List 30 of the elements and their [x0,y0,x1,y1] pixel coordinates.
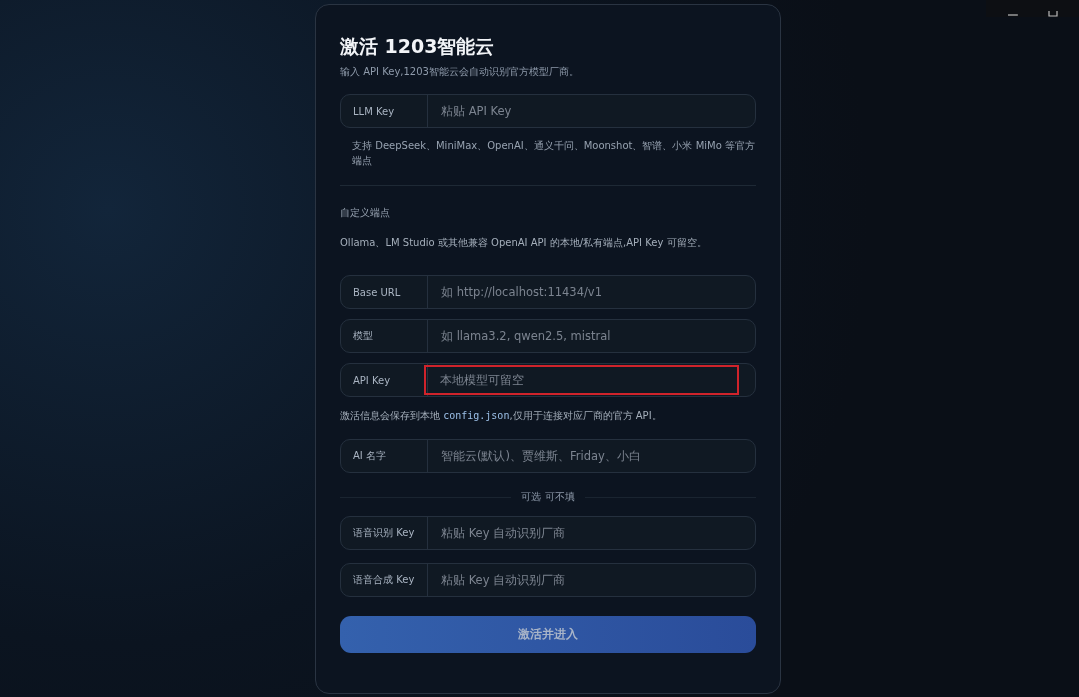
field-label: LLM Key [341,95,428,127]
section-heading: 自定义端点 [340,206,391,220]
input-field[interactable]: 如 http://localhost:11434/v1 [428,276,755,308]
input-field[interactable]: 粘贴 Key 自动识别厂商 [428,564,755,596]
ai-name-field[interactable]: AI 名字 智能云(默认)、贾维斯、Friday、小白 [340,439,756,473]
section-description: Ollama、LM Studio 或其他兼容 OpenAI API 的本地/私有端点,API Key 可留空。 [340,236,708,250]
storage-note: 激活信息会保存到本地 config.json,仅用于连接对应厂商的官方 API。 [340,409,663,423]
optional-label: 可选 可不填 [521,490,575,504]
voice-key-field[interactable]: 语音合成 Key 粘贴 Key 自动识别厂商 [340,563,756,597]
field-label: AI 名字 [341,440,428,472]
subtitle: 输入 API Key,1203智能云会自动识别官方模型厂商。 [340,65,580,79]
endpoint-field[interactable]: 模型 如 llama3.2, qwen2.5, mistral [340,319,756,353]
field-label: API Key [341,364,428,396]
llm-key-field[interactable]: LLM Key 粘贴 API Key [340,94,756,128]
title: 激活 1203智能云 [340,34,496,59]
field-label: 语音识别 Key [341,517,428,549]
field-label: 模型 [341,320,428,352]
minimize-icon[interactable] [1007,13,1018,17]
voice-key-field[interactable]: 语音识别 Key 粘贴 Key 自动识别厂商 [340,516,756,550]
endpoint-field[interactable]: Base URL 如 http://localhost:11434/v1 [340,275,756,309]
input-field[interactable]: 如 llama3.2, qwen2.5, mistral [428,320,755,352]
endpoint-field[interactable]: API Key 本地模型可留空 [340,363,756,397]
maximize-icon[interactable] [1047,11,1058,17]
input-field[interactable]: 智能云(默认)、贾维斯、Friday、小白 [428,440,755,472]
input-field[interactable]: 本地模型可留空 [424,365,739,395]
input-field[interactable]: 粘贴 Key 自动识别厂商 [428,517,755,549]
field-label: Base URL [341,276,428,308]
hint-text: 支持 DeepSeek、MiniMax、OpenAI、通义千问、Moonshot、智谱、小米 MiMo 等官方端点 [351,139,756,168]
field-label: 语音合成 Key [341,564,428,596]
input-field[interactable]: 粘贴 API Key [428,95,755,127]
